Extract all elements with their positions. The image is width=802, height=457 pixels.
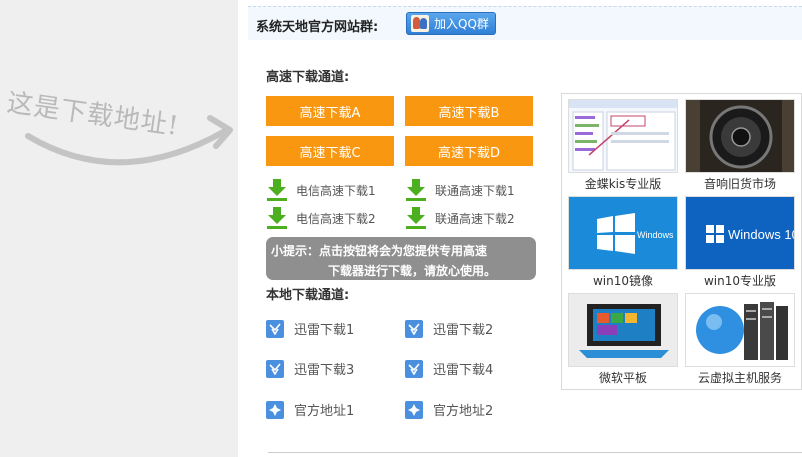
tip-line-2: 下载器进行下载，请放心使用。: [328, 264, 497, 278]
official-address-1-link[interactable]: 官方地址1: [266, 400, 354, 419]
win10-mirror-tile-text: Windows: [637, 230, 674, 240]
high-speed-download-d-button[interactable]: 高速下载D: [405, 136, 533, 166]
local-link-label: 迅雷下载3: [294, 363, 355, 378]
mirror-label: 电信高速下载1: [296, 183, 376, 198]
unicom-download-1-link[interactable]: 联通高速下载1: [405, 178, 515, 202]
local-link-label: 迅雷下载1: [294, 323, 355, 338]
qq-group-icon: [411, 15, 429, 32]
xunlei-download-1-link[interactable]: 迅雷下载1: [266, 319, 354, 338]
join-qq-group-label: 加入QQ群: [434, 17, 489, 31]
telecom-download-1-link[interactable]: 电信高速下载1: [266, 178, 376, 202]
speaker-photo-thumb: [685, 99, 795, 173]
left-hint-panel: 这是下载地址!: [0, 0, 238, 457]
high-speed-title: 高速下载通道:: [266, 70, 350, 85]
download-arrow-icon: [406, 179, 426, 201]
telecom-download-2-link[interactable]: 电信高速下载2: [266, 206, 376, 230]
xunlei-icon: [266, 359, 284, 378]
recommend-panel: 金蝶kis专业版 音响旧货市场 Windows win10镜像 Windows …: [561, 93, 802, 390]
join-qq-group-button[interactable]: 加入QQ群: [406, 12, 496, 35]
xunlei-download-2-link[interactable]: 迅雷下载2: [405, 319, 493, 338]
recommend-label: win10镜像: [592, 274, 654, 288]
xunlei-icon: [405, 359, 423, 378]
local-link-label: 官方地址1: [294, 404, 355, 419]
mirror-label: 联通高速下载2: [435, 211, 515, 226]
xunlei-download-3-link[interactable]: 迅雷下载3: [266, 359, 354, 378]
recommend-label: 金蝶kis专业版: [584, 177, 662, 191]
unicom-download-2-link[interactable]: 联通高速下载2: [405, 206, 515, 230]
official-address-2-link[interactable]: 官方地址2: [405, 400, 493, 419]
xunlei-icon: [266, 319, 284, 338]
download-tip: 小提示：点击按钮将会为您提供专用高速 下载器进行下载，请放心使用。: [266, 237, 536, 280]
bottom-divider: [268, 452, 802, 453]
win10-pro-tile-text: Windows 10: [728, 227, 795, 242]
local-link-label: 官方地址2: [433, 404, 494, 419]
mirror-label: 电信高速下载2: [296, 211, 376, 226]
recommend-item-cloud-host[interactable]: 云虚拟主机服务: [685, 293, 795, 386]
recommend-item-speaker[interactable]: 音响旧货市场: [685, 99, 795, 192]
download-arrow-icon: [267, 207, 287, 229]
kingdee-screenshot-thumb: [568, 99, 678, 173]
high-speed-download-a-button[interactable]: 高速下载A: [266, 96, 394, 126]
recommend-label: 音响旧货市场: [703, 177, 776, 191]
win10-pro-thumb: Windows 10: [685, 196, 795, 270]
high-speed-download-c-button[interactable]: 高速下载C: [266, 136, 394, 166]
mirror-label: 联通高速下载1: [435, 183, 515, 198]
recommend-item-kingdee[interactable]: 金蝶kis专业版: [568, 99, 678, 192]
recommend-label: win10专业版: [703, 274, 777, 288]
xunlei-download-4-link[interactable]: 迅雷下载4: [405, 359, 493, 378]
tip-line-1: 小提示：点击按钮将会为您提供专用高速: [271, 244, 488, 258]
site-group-label: 系统天地官方网站群:: [256, 20, 379, 35]
recommend-item-win10-mirror[interactable]: Windows win10镜像: [568, 196, 678, 289]
ms-tablet-photo-thumb: [568, 293, 678, 367]
official-site-icon: [266, 400, 284, 419]
local-download-title: 本地下载通道:: [266, 288, 350, 303]
local-link-label: 迅雷下载4: [433, 363, 494, 378]
cloud-host-thumb: [685, 293, 795, 367]
download-main: 系统天地官方网站群: 加入QQ群 高速下载通道: 高速下载A 高速下载B 高速下…: [238, 0, 802, 457]
local-link-label: 迅雷下载2: [433, 323, 494, 338]
recommend-label: 微软平板: [598, 371, 647, 385]
xunlei-icon: [405, 319, 423, 338]
download-arrow-icon: [406, 207, 426, 229]
recommend-label: 云虚拟主机服务: [697, 371, 782, 385]
recommend-item-win10-pro[interactable]: Windows 10 win10专业版: [685, 196, 795, 289]
download-arrow-icon: [267, 179, 287, 201]
win10-mirror-thumb: Windows: [568, 196, 678, 270]
high-speed-download-b-button[interactable]: 高速下载B: [405, 96, 533, 126]
curved-arrow-icon: [25, 115, 233, 166]
recommend-item-ms-tablet[interactable]: 微软平板: [568, 293, 678, 386]
official-site-icon: [405, 400, 423, 419]
